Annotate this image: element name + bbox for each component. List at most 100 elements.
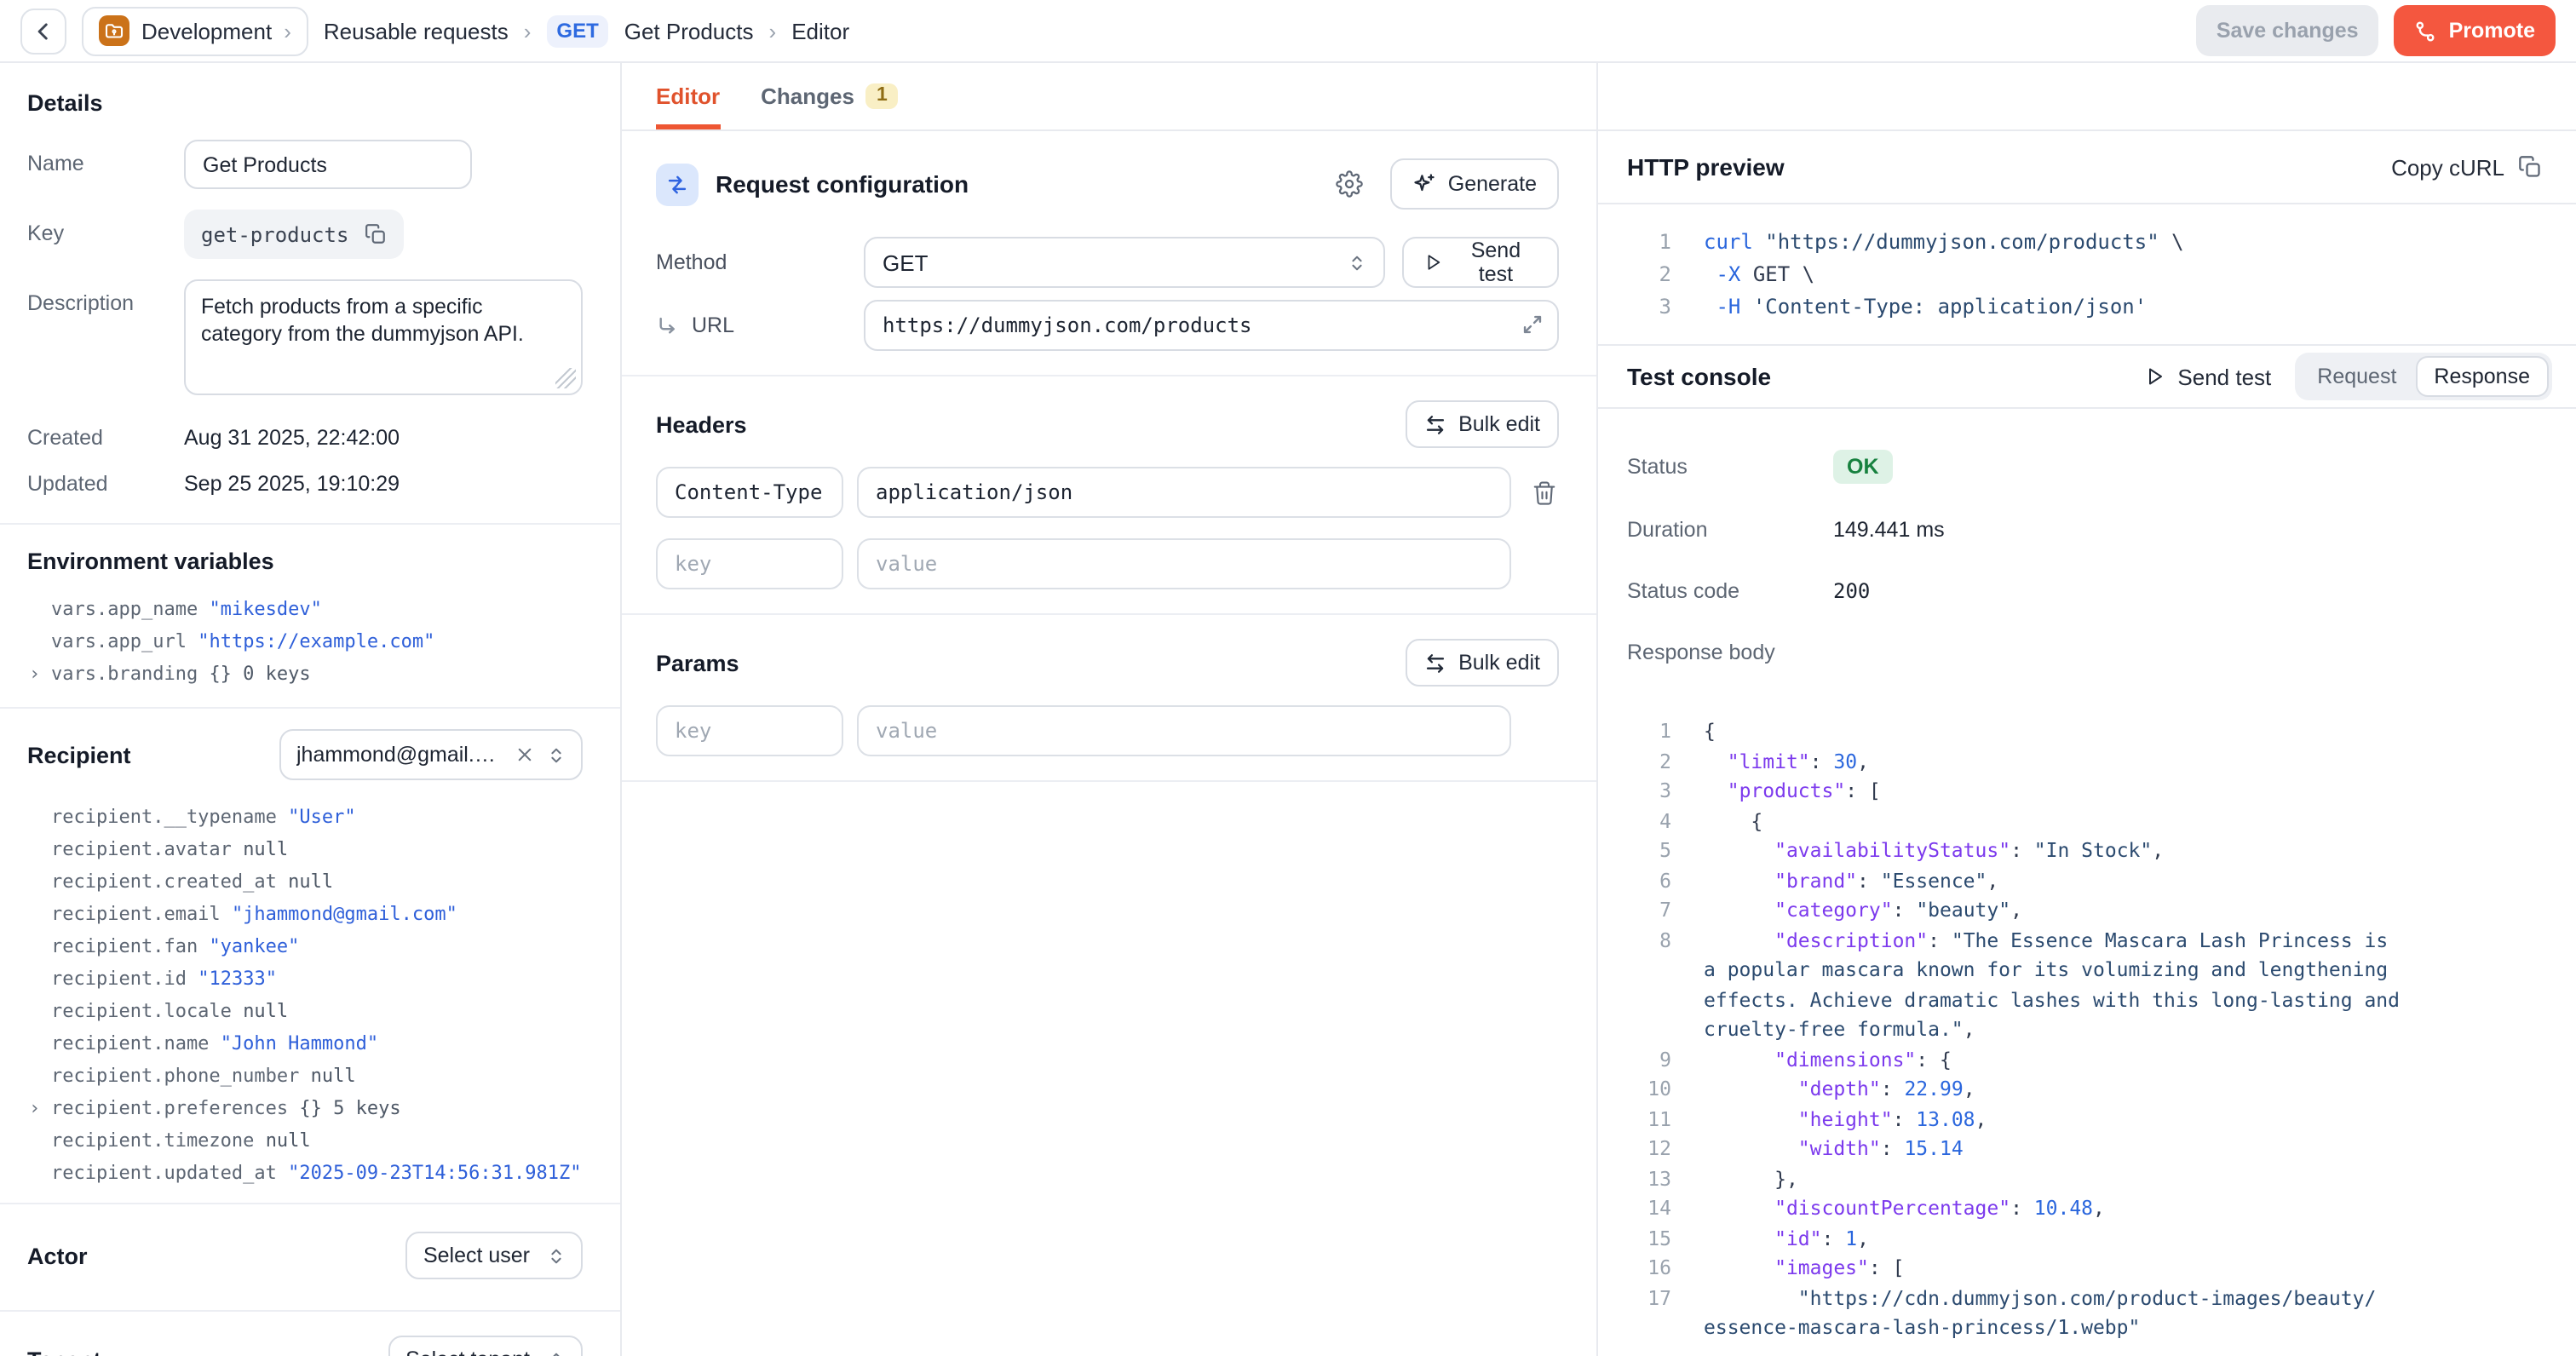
folder-icon [99,15,129,46]
breadcrumb-editor[interactable]: Editor [791,18,849,43]
project-name: Development [141,18,272,43]
code-line: 5 "availabilityStatus": "In Stock", [1627,836,2542,866]
expand-chevron-icon[interactable]: › [29,1092,40,1124]
tab-request[interactable]: Request [2298,356,2415,397]
test-console-header: Test console Send test Request Response [1598,346,2576,409]
code-content: "width": 15.14 [1704,1135,2406,1164]
close-icon[interactable] [516,746,533,763]
variable-row: recipient.id "12333" [27,962,583,995]
header-value-input[interactable] [857,467,1511,518]
name-field[interactable] [184,140,472,189]
variable-row: vars.app_url "https://example.com" [27,625,583,658]
headers-section-header: Headers Bulk edit [656,400,1559,448]
variable-key: recipient.email [51,903,221,925]
app-root: Development › Reusable requests › GET Ge… [0,0,2576,1356]
environment-variables-title: Environment variables [27,549,583,574]
line-number: 15 [1627,1224,1671,1254]
code-line: 11 "height": 13.08, [1627,1105,2542,1135]
variable-key: vars.branding [51,663,198,685]
code-line: 9 "dimensions": { [1627,1045,2542,1075]
headers-title: Headers [656,411,747,437]
variable-value: "12333" [198,968,277,990]
recipient-select[interactable]: jhammond@gmail.com [279,729,583,780]
environment-variables-list: vars.app_name "mikesdev"vars.app_url "ht… [27,593,583,690]
merge-icon [2415,20,2437,42]
params-bulk-edit-button[interactable]: Bulk edit [1406,639,1559,687]
url-input[interactable] [864,300,1559,351]
sparkle-icon [1412,172,1436,196]
line-number: 16 [1627,1254,1671,1284]
code-line: 10 "depth": 22.99, [1627,1075,2542,1105]
variable-row: recipient.name "John Hammond" [27,1027,583,1060]
breadcrumb-request-name[interactable]: Get Products [624,18,754,43]
swap-icon [656,163,699,205]
param-row-empty [656,705,1559,756]
editor-tabs: Editor Changes 1 [622,63,1596,131]
test-console-title: Test console [1627,363,2121,390]
details-section: Details Name Key get-products Descripti [0,63,620,496]
actor-placeholder: Select user [423,1244,530,1267]
code-line: 8 "description": "The Essence Mascara La… [1627,926,2542,1045]
tab-changes[interactable]: Changes 1 [761,63,898,129]
status-code-row: Status code 200 [1627,579,2542,603]
method-select[interactable]: GET [864,237,1385,288]
tab-editor[interactable]: Editor [656,63,720,129]
code-line: 14 "discountPercentage": 10.48, [1627,1194,2542,1224]
actor-select[interactable]: Select user [406,1232,583,1279]
description-field[interactable] [184,279,583,395]
tenant-title: Tenant [27,1347,101,1356]
breadcrumb-reusable-requests[interactable]: Reusable requests [324,18,509,43]
param-value-input[interactable] [857,705,1511,756]
header-key-input[interactable] [656,538,843,589]
recipient-title: Recipient [27,742,131,767]
status-code-label: Status code [1627,579,1833,603]
chevron-right-icon: › [284,18,291,43]
created-value: Aug 31 2025, 22:42:00 [184,426,400,450]
line-number: 10 [1627,1075,1671,1105]
params-title: Params [656,650,739,675]
code-content: "description": "The Essence Mascara Lash… [1704,926,2406,1045]
variable-row: recipient.timezone null [27,1124,583,1157]
variable-value: "mikesdev" [209,598,321,620]
line-number: 3 [1627,291,1671,324]
variable-row: recipient.created_at null [27,865,583,898]
code-line: 16 "images": [ [1627,1254,2542,1284]
send-test-button[interactable]: Send test [1402,237,1559,288]
project-switcher[interactable]: Development › [82,6,308,55]
play-icon [2145,366,2165,387]
variable-key: recipient.fan [51,935,198,957]
param-key-input[interactable] [656,705,843,756]
variable-key: recipient.created_at [51,870,277,893]
unfold-icon [547,1348,566,1356]
back-button[interactable] [20,8,66,54]
copy-curl-button[interactable]: Copy cURL [2391,154,2542,180]
request-configuration-header: Request configuration Generate [656,158,1559,210]
copy-icon[interactable] [364,223,386,245]
divider [0,1203,620,1204]
expand-chevron-icon[interactable]: › [29,658,40,690]
curl-preview-code: 1curl "https://dummyjson.com/products" \… [1598,204,2576,346]
trash-icon[interactable] [1532,480,1559,505]
header-value-input[interactable] [857,538,1511,589]
expand-icon[interactable] [1521,313,1544,336]
headers-bulk-edit-button[interactable]: Bulk edit [1406,400,1559,448]
variable-row: recipient.avatar null [27,833,583,865]
request-configuration-title: Request configuration [716,170,1319,198]
promote-button[interactable]: Promote [2395,5,2556,56]
tab-response[interactable]: Response [2415,356,2549,397]
http-preview-header: HTTP preview Copy cURL [1598,131,2576,204]
description-label: Description [27,279,184,395]
code-content: curl "https://dummyjson.com/products" \ [1704,227,2184,259]
unfold-icon [547,1244,566,1267]
code-content: "depth": 22.99, [1704,1075,2406,1105]
generate-button[interactable]: Generate [1390,158,1559,210]
preview-top-strip [1598,63,2576,131]
tenant-select[interactable]: Select tenant [388,1336,583,1356]
save-changes-button[interactable]: Save changes [2196,5,2379,56]
code-content: "brand": "Essence", [1704,866,2406,896]
console-send-test-button[interactable]: Send test [2145,364,2271,389]
variable-row: recipient.__typename "User" [27,801,583,833]
code-line: 15 "id": 1, [1627,1224,2542,1254]
gear-icon[interactable] [1336,170,1363,198]
header-key-input[interactable] [656,467,843,518]
